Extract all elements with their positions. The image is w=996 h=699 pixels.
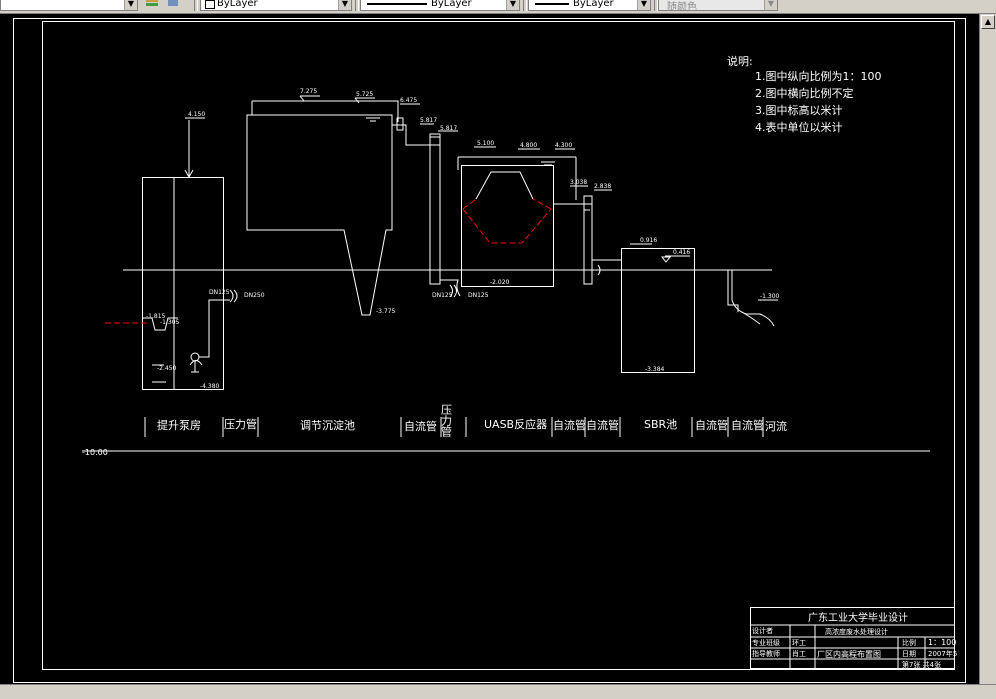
advisor-value: 肖工 xyxy=(792,649,806,658)
advisor-label: 指导教师 xyxy=(752,649,780,658)
regulating-tank xyxy=(246,95,432,316)
color-swatch-icon xyxy=(205,0,215,9)
layer-dropdown[interactable]: ▼ xyxy=(0,0,138,11)
pressure-pipe-1 xyxy=(229,289,238,303)
elevation-label: -2.450 xyxy=(157,365,177,372)
label-sbr: SBR池 xyxy=(644,418,677,431)
drawing-title: 厂区内高程布置图 xyxy=(817,649,881,659)
pipe-size-label: DN250 xyxy=(244,292,265,299)
separator xyxy=(355,0,359,11)
title-block-text: 广东工业大学毕业设计 设计者 高浓度废水处理设计 专业班级 环工 指导教师 肖工… xyxy=(752,611,957,669)
pipe-size-label: DN125 xyxy=(432,292,453,299)
profile-labels: 提升泵房 压力管 调节沉淀池 自流管 UASB反应器 自流管 自流管 SBR池 … xyxy=(82,404,787,457)
elevation-label: -1.300 xyxy=(760,293,780,300)
datum-label: -10.00 xyxy=(82,448,108,457)
separator xyxy=(523,0,527,11)
label-pressure-pipe: 压力管 xyxy=(224,417,257,431)
elevation-label: 5.725 xyxy=(356,91,373,98)
label-pressure-pipe-vertical: 压力管 xyxy=(440,404,453,438)
note-item: 4.表中单位以米计 xyxy=(755,120,843,134)
label-uasb: UASB反应器 xyxy=(484,417,547,431)
label-gravity-pipe: 自流管 xyxy=(404,419,437,433)
pressure-pipe-2 xyxy=(420,123,461,298)
date-value: 2007年5 xyxy=(928,649,957,658)
linetype-dropdown[interactable]: ByLayer ▼ xyxy=(360,0,520,11)
chevron-down-icon[interactable]: ▼ xyxy=(637,0,650,10)
lineweight-value: ByLayer xyxy=(573,0,614,9)
label-gravity-pipe: 自流管 xyxy=(695,418,728,432)
scale-label: 比例 xyxy=(902,638,916,647)
lineweight-dropdown[interactable]: ByLayer ▼ xyxy=(528,0,651,11)
inner-border xyxy=(42,21,955,670)
major-label: 专业班级 xyxy=(752,638,780,647)
elevation-label: 5.817 xyxy=(440,125,457,132)
chevron-down-icon[interactable]: ▼ xyxy=(338,0,351,10)
lineweight-preview-icon xyxy=(535,3,569,5)
elevation-label: 6.475 xyxy=(400,97,417,104)
plotstyle-value: 随颜色 xyxy=(667,2,697,13)
label-regulating-tank: 调节沉淀池 xyxy=(300,418,355,432)
school-title: 广东工业大学毕业设计 xyxy=(808,611,908,624)
note-item: 3.图中标高以米计 xyxy=(755,103,843,117)
designer-label: 设计者 xyxy=(752,626,773,635)
color-value: ByLayer xyxy=(217,0,258,9)
label-gravity-pipe: 自流管 xyxy=(731,418,764,432)
date-label: 日期 xyxy=(902,650,916,658)
pipe-size-label: DN125 xyxy=(209,289,230,296)
plotstyle-dropdown[interactable]: 随颜色 ▼ xyxy=(658,0,778,13)
elevation-label: -4.380 xyxy=(200,383,220,390)
elevation-label: -1.815 xyxy=(146,313,166,320)
elevation-label: 5.100 xyxy=(477,140,494,147)
label-pump-house: 提升泵房 xyxy=(157,419,201,432)
linetype-value: ByLayer xyxy=(431,0,472,9)
elevation-label: -3.384 xyxy=(645,366,665,373)
scale-value: 1：100 xyxy=(928,638,956,647)
pump-house xyxy=(142,117,230,390)
color-dropdown[interactable]: ByLayer ▼ xyxy=(200,0,352,11)
label-gravity-pipe: 自流管 xyxy=(586,418,619,432)
vertical-scrollbar[interactable]: ▲ xyxy=(979,14,996,685)
chevron-down-icon[interactable]: ▼ xyxy=(124,0,137,10)
properties-toolbar: ▼ ByLayer ▼ ByLayer ▼ ByLayer ▼ 随颜色 ▼ xyxy=(0,0,996,14)
layer-icon[interactable] xyxy=(145,0,159,10)
elevation-label: -2.020 xyxy=(490,279,510,286)
separator xyxy=(194,0,198,11)
elevation-label: 3.038 xyxy=(570,179,587,186)
elevation-labels: 4.150 7.275 5.725 6.475 5.817 5.817 5.10… xyxy=(146,88,780,390)
elevation-label: 4.150 xyxy=(188,111,205,118)
elevation-label: -3.775 xyxy=(376,308,396,315)
uasb-three-phase-separator xyxy=(462,198,552,244)
design-notes: 说明: 1.图中纵向比例为1：100 2.图中横向比例不定 3.图中标高以米计 … xyxy=(727,54,882,134)
pipe-size-label: DN125 xyxy=(468,292,489,299)
notes-heading: 说明: xyxy=(727,54,753,68)
major-value: 环工 xyxy=(792,639,806,647)
note-item: 1.图中纵向比例为1：100 xyxy=(755,69,882,83)
elevation-label: 4.800 xyxy=(520,142,537,149)
note-item: 2.图中横向比例不定 xyxy=(755,86,854,100)
outer-frame xyxy=(13,18,966,683)
elevation-label: 7.275 xyxy=(300,88,317,95)
layer-previous-icon[interactable] xyxy=(166,0,180,10)
elevation-label: 5.817 xyxy=(420,117,437,124)
elevation-label: 0.916 xyxy=(640,237,657,244)
elevation-label: 4.300 xyxy=(555,142,572,149)
chevron-down-icon[interactable]: ▼ xyxy=(506,0,519,10)
label-river: 河流 xyxy=(765,419,787,433)
horizontal-scrollbar[interactable] xyxy=(0,684,996,699)
drawing-canvas[interactable]: 说明: 1.图中纵向比例为1：100 2.图中横向比例不定 3.图中标高以米计 … xyxy=(0,14,980,699)
elevation-label: 0.416 xyxy=(673,249,690,256)
uasb-reactor xyxy=(457,146,612,287)
pipe-size-labels: DN250 DN125 DN125 DN125 xyxy=(209,289,489,299)
project-title: 高浓度废水处理设计 xyxy=(825,627,888,636)
scroll-up-icon[interactable]: ▲ xyxy=(981,15,995,29)
label-gravity-pipe: 自流管 xyxy=(553,418,586,432)
linetype-preview-icon xyxy=(367,3,427,5)
gravity-pipe-3 xyxy=(592,259,622,276)
elevation-label: -1.305 xyxy=(160,319,180,326)
elevation-label: 2.838 xyxy=(594,183,611,190)
sbr-tank xyxy=(621,243,778,373)
sheet-number: 第7张 共4张 xyxy=(902,660,941,669)
chevron-down-icon[interactable]: ▼ xyxy=(764,0,777,10)
